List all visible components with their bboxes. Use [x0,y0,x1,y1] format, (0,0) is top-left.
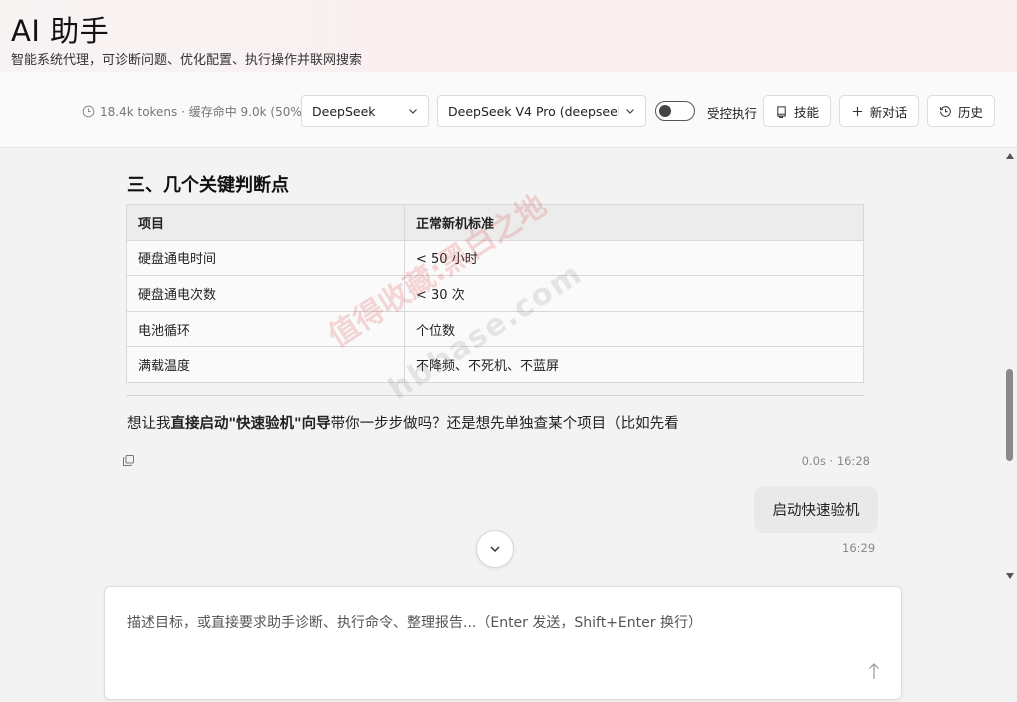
skills-button-label: 技能 [793,104,819,120]
history-button-label: 历史 [957,104,983,120]
new-chat-button-label: 新对话 [869,104,908,120]
table-header-cell: 项目 [126,204,405,241]
table-cell: < 50 小时 [404,239,864,277]
book-icon [777,105,786,118]
assistant-text-bold: 直接启动 [170,416,229,432]
chevron-down-icon [409,109,417,114]
clock-icon [82,105,95,118]
table-cell: < 30 次 [404,275,864,312]
toolbar: 18.4k tokens · 缓存命中 9.0k (50%) DeepSeek … [0,72,1017,148]
arrow-up-icon[interactable] [867,661,881,681]
assistant-text-pre: 想让我 [127,416,171,432]
app-title: AI 助手 [11,14,110,48]
toggle-knob [659,104,671,117]
table-header-row: 项目 正常新机标准 [126,204,864,241]
table-cell: 不降频、不死机、不蓝屏 [404,346,864,383]
table-cell: 电池循环 [126,310,405,348]
assistant-text-bold: "快速验机"向导 [228,416,331,432]
scroll-to-bottom-button[interactable] [476,530,514,568]
scroll-up-arrow-icon[interactable] [1006,153,1014,159]
history-icon [939,105,951,117]
table-cell: 个位数 [404,310,864,348]
chevron-down-icon [626,109,634,114]
table-cell: 硬盘通电时间 [126,239,405,277]
table-cell: 硬盘通电次数 [126,275,405,312]
table-row: 满载温度 不降频、不死机、不蓝屏 [126,346,864,383]
message-composer [104,586,902,700]
scrollbar-thumb[interactable] [1006,369,1013,461]
message-input[interactable] [127,615,867,631]
provider-select-value: DeepSeek [312,103,376,119]
model-select-value: DeepSeek V4 Pro (deepseek- [448,103,619,119]
table-row: 电池循环 个位数 [126,310,864,348]
history-button[interactable]: 历史 [927,95,995,127]
user-message-text: 启动快速验机 [772,503,860,519]
user-message-bubble: 启动快速验机 [754,486,878,533]
table-row: 硬盘通电次数 < 30 次 [126,275,864,312]
chevron-down-icon [490,546,500,553]
section-heading: 三、几个关键判断点 [127,175,289,196]
table-header-cell: 正常新机标准 [404,204,864,241]
controlled-exec-label: 受控执行 [707,106,758,121]
divider [126,395,864,396]
skills-button[interactable]: 技能 [763,95,831,127]
app-header: AI 助手 智能系统代理，可诊断问题、优化配置、执行操作并联网搜索 [0,0,1017,72]
chat-scrollbar[interactable] [1003,149,1017,581]
app-subtitle: 智能系统代理，可诊断问题、优化配置、执行操作并联网搜索 [11,53,363,68]
assistant-text-post: 带你一步步做吗？还是想先单独查某个项目（比如先看 [330,416,679,432]
controlled-exec-toggle[interactable] [655,101,695,121]
token-usage: 18.4k tokens · 缓存命中 9.0k (50%) [82,103,306,120]
new-chat-button[interactable]: 新对话 [839,95,919,127]
assistant-message-meta: 0.0s · 16:28 [801,454,870,468]
criteria-table: 项目 正常新机标准 硬盘通电时间 < 50 小时 硬盘通电次数 < 30 次 电… [126,204,864,383]
provider-select[interactable]: DeepSeek [301,95,429,127]
table-cell: 满载温度 [126,346,405,383]
table-row: 硬盘通电时间 < 50 小时 [126,239,864,277]
model-select[interactable]: DeepSeek V4 Pro (deepseek- [437,95,646,127]
token-usage-text: 18.4k tokens · 缓存命中 9.0k (50%) [100,105,307,119]
assistant-message-text: 想让我直接启动"快速验机"向导带你一步步做吗？还是想先单独查某个项目（比如先看 [127,412,679,433]
chat-scroll-area[interactable]: 三、几个关键判断点 项目 正常新机标准 硬盘通电时间 < 50 小时 硬盘通电次… [0,149,1003,579]
scroll-down-arrow-icon[interactable] [1006,573,1014,579]
copy-icon[interactable] [122,454,135,467]
user-message-time: 16:29 [842,541,876,555]
plus-icon [852,106,862,116]
